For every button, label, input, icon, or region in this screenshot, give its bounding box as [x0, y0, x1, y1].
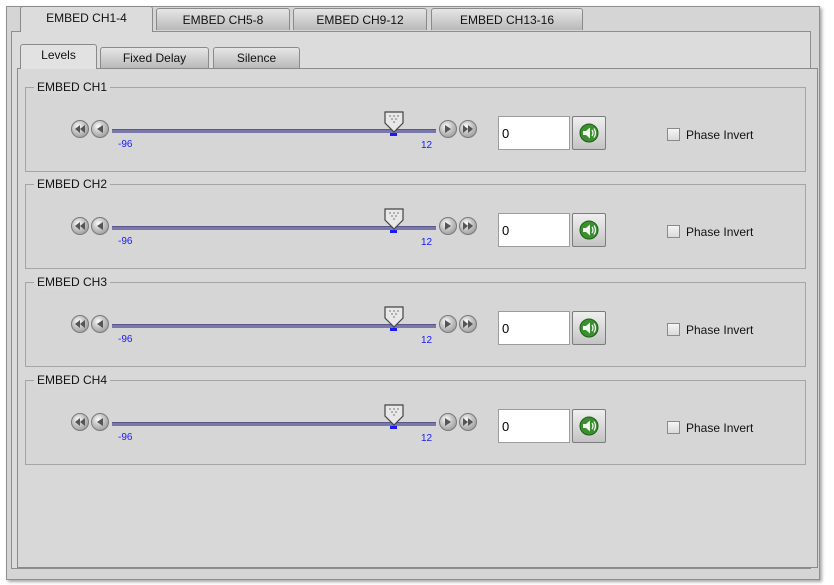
slider-max-label: 12 [421, 335, 433, 346]
level-slider-thumb[interactable] [384, 208, 404, 230]
phase-invert-checkbox[interactable] [667, 323, 680, 336]
channel-title: EMBED CH1 [34, 80, 111, 94]
fast-forward-icon[interactable] [459, 217, 477, 235]
fast-forward-icon[interactable] [459, 120, 477, 138]
tab-embed-ch5-8[interactable]: EMBED CH5-8 [156, 8, 290, 30]
tab-embed-ch13-16[interactable]: EMBED CH13-16 [431, 8, 583, 30]
rewind-icon[interactable] [71, 120, 89, 138]
slider-min-label: -96 [118, 236, 133, 247]
speaker-mute-icon[interactable] [572, 409, 606, 443]
channel-group-4: EMBED CH4 -96 12 0 Phase Invert [25, 373, 806, 465]
step-right-icon[interactable] [439, 315, 457, 333]
step-right-icon[interactable] [439, 413, 457, 431]
channel-title: EMBED CH2 [34, 177, 111, 191]
tab-embed-ch9-12[interactable]: EMBED CH9-12 [293, 8, 427, 30]
tab-levels[interactable]: Levels [20, 44, 97, 69]
phase-invert-label[interactable]: Phase Invert [686, 128, 753, 142]
step-left-icon[interactable] [91, 217, 109, 235]
rewind-icon[interactable] [71, 315, 89, 333]
slider-max-label: 12 [421, 237, 433, 248]
step-left-icon[interactable] [91, 120, 109, 138]
tab-embed-ch1-4[interactable]: EMBED CH1-4 [20, 6, 153, 32]
phase-invert-label[interactable]: Phase Invert [686, 421, 753, 435]
level-value-input[interactable] [498, 409, 570, 443]
phase-invert-label[interactable]: Phase Invert [686, 323, 753, 337]
speaker-mute-icon[interactable] [572, 213, 606, 247]
step-right-icon[interactable] [439, 120, 457, 138]
phase-invert-label[interactable]: Phase Invert [686, 225, 753, 239]
fast-forward-icon[interactable] [459, 315, 477, 333]
slider-max-label: 12 [421, 140, 433, 151]
slider-current-mark [390, 426, 398, 429]
channel-group-1: EMBED CH1 -96 12 0 Phase Invert [25, 80, 806, 172]
step-right-icon[interactable] [439, 217, 457, 235]
slider-min-label: -96 [118, 334, 133, 345]
slider-max-label: 12 [421, 433, 433, 444]
fast-forward-icon[interactable] [459, 413, 477, 431]
level-value-input[interactable] [498, 116, 570, 150]
channel-title: EMBED CH3 [34, 275, 111, 289]
slider-current-mark [390, 328, 398, 331]
phase-invert-checkbox[interactable] [667, 225, 680, 238]
slider-min-label: -96 [118, 432, 133, 443]
channel-group-3: EMBED CH3 -96 12 0 Phase Invert [25, 275, 806, 367]
slider-current-mark [390, 133, 398, 136]
level-slider-thumb[interactable] [384, 404, 404, 426]
channel-title: EMBED CH4 [34, 373, 111, 387]
slider-min-label: -96 [118, 139, 133, 150]
phase-invert-checkbox[interactable] [667, 421, 680, 434]
level-value-input[interactable] [498, 213, 570, 247]
level-slider-thumb[interactable] [384, 306, 404, 328]
speaker-mute-icon[interactable] [572, 116, 606, 150]
level-value-input[interactable] [498, 311, 570, 345]
rewind-icon[interactable] [71, 413, 89, 431]
level-slider-thumb[interactable] [384, 111, 404, 133]
tab-silence[interactable]: Silence [213, 47, 300, 68]
step-left-icon[interactable] [91, 315, 109, 333]
step-left-icon[interactable] [91, 413, 109, 431]
phase-invert-checkbox[interactable] [667, 128, 680, 141]
rewind-icon[interactable] [71, 217, 89, 235]
tab-fixed-delay[interactable]: Fixed Delay [100, 47, 209, 68]
channel-group-2: EMBED CH2 -96 12 0 Phase Invert [25, 177, 806, 269]
speaker-mute-icon[interactable] [572, 311, 606, 345]
slider-current-mark [390, 230, 398, 233]
